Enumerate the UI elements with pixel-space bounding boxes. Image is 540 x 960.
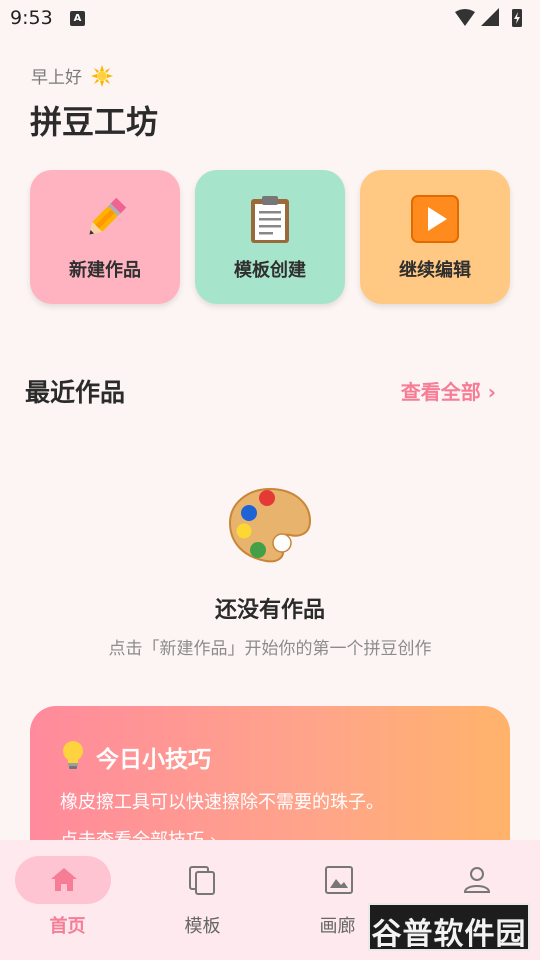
image-icon <box>325 866 353 894</box>
nav-label-home: 首页 <box>49 916 86 937</box>
clipboard-icon <box>251 196 289 243</box>
view-all-link[interactable]: 查看全部 › <box>401 376 496 405</box>
nav-item-home[interactable]: 首页 <box>0 840 135 960</box>
new-work-button[interactable]: 新建作品 <box>30 170 180 304</box>
nav-label-templates: 模板 <box>184 916 221 937</box>
nav-item-templates[interactable]: 模板 <box>135 840 270 960</box>
empty-state-title: 还没有作品 <box>214 598 325 623</box>
tip-title: 今日小技巧 <box>96 747 211 773</box>
pencil-icon <box>89 197 127 235</box>
page-title: 拼豆工坊 <box>30 103 159 141</box>
recent-works-title: 最近作品 <box>25 378 126 407</box>
copy-icon <box>189 866 215 895</box>
status-bar: 9:53 A <box>0 0 540 36</box>
person-icon <box>463 867 491 893</box>
greeting: 早上好 <box>31 63 114 88</box>
wifi-icon <box>455 9 475 26</box>
palette-icon <box>228 487 312 563</box>
watermark-logo: 谷普软件园 <box>368 903 530 952</box>
status-time: 9:53 <box>10 7 53 29</box>
template-create-button[interactable]: 模板创建 <box>195 170 345 304</box>
watermark-text: 谷普软件园 <box>371 917 527 952</box>
greeting-text: 早上好 <box>31 68 82 88</box>
play-icon <box>411 195 459 243</box>
lightbulb-icon <box>63 741 83 769</box>
continue-edit-label: 继续编辑 <box>399 260 471 281</box>
notification-icon: A <box>70 11 85 26</box>
sun-icon <box>91 65 114 87</box>
tip-text: 橡皮擦工具可以快速擦除不需要的珠子。 <box>60 792 384 813</box>
template-create-label: 模板创建 <box>234 260 306 281</box>
empty-state-subtitle: 点击「新建作品」开始你的第一个拼豆创作 <box>108 639 432 659</box>
signal-icon <box>481 8 499 26</box>
home-icon <box>51 868 77 891</box>
status-icons <box>455 8 522 27</box>
continue-edit-button[interactable]: 继续编辑 <box>360 170 510 304</box>
new-work-label: 新建作品 <box>69 260 141 281</box>
